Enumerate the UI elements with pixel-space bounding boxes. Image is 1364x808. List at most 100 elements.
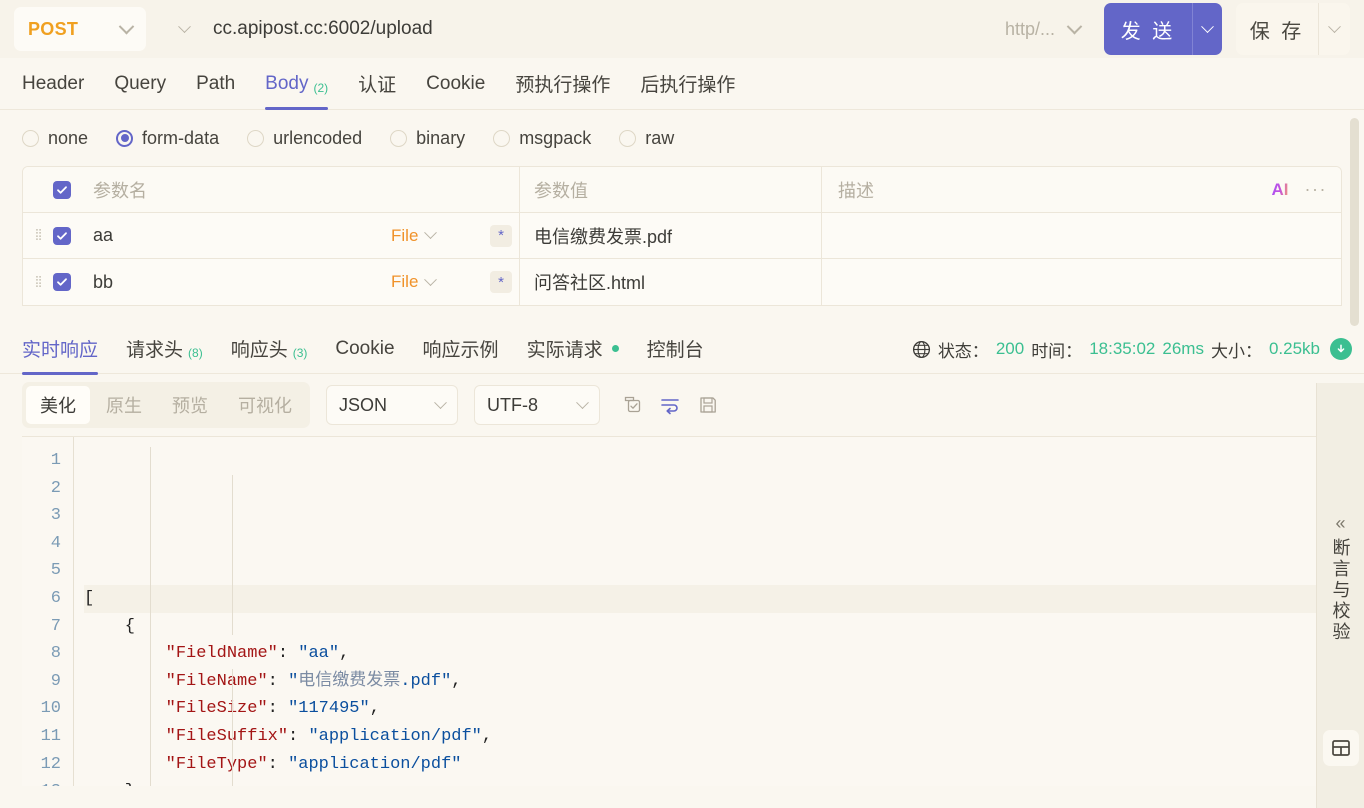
line-number: 3 [50,506,61,526]
save-icon[interactable] [698,395,718,415]
select-all-checkbox[interactable] [53,180,71,199]
segment-visualize[interactable]: 可视化 [224,386,306,424]
code-line: [ [84,584,1342,613]
segment-raw[interactable]: 原生 [92,386,156,424]
chevron-down-icon [1328,19,1341,33]
tab-cookie[interactable]: Cookie [335,323,394,375]
http-method-label: POST [28,18,79,39]
tab-path[interactable]: Path [196,58,235,110]
row-checkbox[interactable] [53,226,71,245]
column-header-desc: 描述 [821,167,1251,212]
radio-label: msgpack [519,127,592,148]
param-name-input[interactable]: aa [91,213,391,258]
format-label: JSON [339,394,388,415]
chevron-down-icon [178,19,191,33]
time-label: 时间： [1031,341,1083,361]
more-options-icon[interactable]: ··· [1305,179,1327,200]
radio-icon [390,129,408,147]
tab-console[interactable]: 控制台 [647,323,704,375]
radio-label: urlencoded [273,127,363,148]
required-asterisk-icon[interactable]: * [490,271,512,293]
save-button[interactable]: 保 存 [1236,3,1318,55]
tab-label: 请求头 [126,340,184,361]
collapse-sidebar-icon[interactable]: « [1335,513,1345,534]
layout-toggle-button[interactable] [1322,730,1359,766]
tab-pre-script[interactable]: 预执行操作 [515,58,610,110]
line-number-gutter: 12345678910111213 [22,437,74,786]
tab-actual-request[interactable]: 实际请求 [527,323,619,375]
table-header-actions: AI ··· [1251,167,1341,212]
sidebar-assertions-label[interactable]: 断言与校验 [1328,538,1354,643]
encoding-selector[interactable]: UTF-8 [474,385,600,425]
format-selector[interactable]: JSON [326,385,458,425]
tab-label: 实时响应 [22,340,99,361]
param-table: 参数名 参数值 描述 AI ··· ⁞⁞ aa File * 电信缴费发票.pd… [22,166,1342,306]
tab-auth[interactable]: 认证 [358,58,396,110]
tab-label: Query [114,72,167,94]
tab-body[interactable]: Body (2) [265,58,328,110]
drag-handle-icon[interactable]: ⁞⁞ [23,259,53,305]
radio-binary[interactable]: binary [390,128,465,149]
tab-response-example[interactable]: 响应示例 [423,323,499,375]
ai-icon[interactable]: AI [1272,180,1289,200]
protocol-selector[interactable]: http/... [1005,18,1084,40]
url-bar: POST http/... 发 送 保 存 [0,0,1364,58]
table-row[interactable]: ⁞⁞ aa File * 电信缴费发票.pdf [23,213,1341,259]
tab-post-script[interactable]: 后执行操作 [640,58,735,110]
send-button[interactable]: 发 送 [1104,3,1192,55]
tab-cookie[interactable]: Cookie [426,58,485,110]
param-type-selector[interactable]: File [391,213,483,258]
line-number: 12 [40,754,61,774]
segment-beautify[interactable]: 美化 [26,386,90,424]
param-type-selector[interactable]: File [391,259,483,305]
send-button-group: 发 送 [1104,3,1222,55]
param-desc-input[interactable] [821,259,1251,305]
send-options-button[interactable] [1192,3,1222,55]
param-value-input[interactable]: 电信缴费发票.pdf [519,213,821,258]
tab-response-headers[interactable]: 响应头 (3) [231,323,308,375]
param-name-input[interactable]: bb [91,259,391,305]
url-input[interactable] [207,18,1005,40]
tab-request-headers[interactable]: 请求头 (8) [126,323,203,375]
chevron-down-icon [424,226,438,240]
save-options-button[interactable] [1318,3,1350,55]
segment-preview[interactable]: 预览 [158,386,222,424]
radio-none[interactable]: none [22,128,88,149]
response-view-segmented-control: 美化 原生 预览 可视化 [22,382,310,428]
code-line: { [84,616,136,636]
tab-realtime-response[interactable]: 实时响应 [22,323,99,375]
line-number: 4 [50,533,61,553]
radio-msgpack[interactable]: msgpack [493,128,591,149]
body-type-radio-group: none form-data urlencoded binary msgpack… [0,110,1364,166]
line-number: 1 [50,451,61,470]
table-row[interactable]: ⁞⁞ bb File * 问答社区.html [23,259,1341,305]
radio-form-data[interactable]: form-data [116,128,219,149]
drag-handle-spacer [23,167,53,212]
size-value: 0.25kb [1268,339,1320,358]
radio-urlencoded[interactable]: urlencoded [247,128,362,149]
environment-selector[interactable] [178,19,191,34]
tab-query[interactable]: Query [114,58,166,110]
drag-handle-icon[interactable]: ⁞⁞ [23,213,53,258]
copy-icon[interactable] [622,395,642,415]
response-toolbar: 美化 原生 预览 可视化 JSON UTF-8 [0,374,1364,436]
request-pane-scrollbar[interactable] [1350,118,1359,326]
response-code-editor[interactable]: 12345678910111213 [ { "FieldName": "aa",… [22,436,1342,786]
code-line: "FileName": "电信缴费发票.pdf", [165,671,462,691]
param-desc-input[interactable] [821,213,1251,258]
radio-icon [247,129,265,147]
row-checkbox[interactable] [53,273,71,291]
status-code-value: 200 [995,339,1025,358]
word-wrap-icon[interactable] [660,395,680,415]
download-button[interactable] [1330,338,1352,360]
tab-header[interactable]: Header [22,58,84,110]
code-content[interactable]: [ { "FieldName": "aa", "FileName": "电信缴费… [74,437,1342,786]
tab-count-badge: (3) [292,345,308,360]
tab-label: Path [196,72,236,94]
row-select-cell [53,259,91,305]
radio-raw[interactable]: raw [619,128,674,149]
http-method-selector[interactable]: POST [14,7,146,51]
param-value-input[interactable]: 问答社区.html [519,259,821,305]
required-asterisk-icon[interactable]: * [490,224,512,247]
code-line: "FieldName": "aa", [165,644,350,664]
